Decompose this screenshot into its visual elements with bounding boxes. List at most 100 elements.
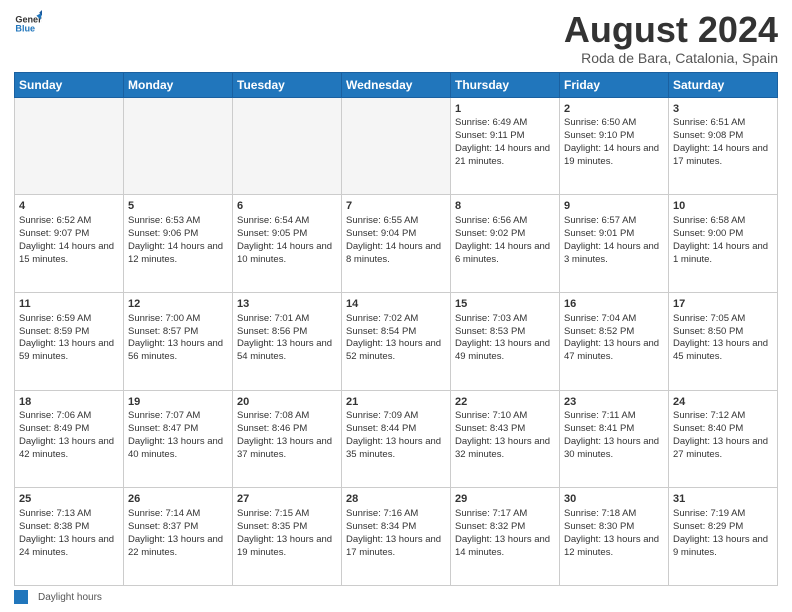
day-number: 17 — [673, 297, 773, 312]
calendar-day: 18Sunrise: 7:06 AM Sunset: 8:49 PM Dayli… — [15, 390, 124, 488]
calendar-header-wednesday: Wednesday — [342, 72, 451, 97]
calendar-day: 8Sunrise: 6:56 AM Sunset: 9:02 PM Daylig… — [451, 195, 560, 293]
calendar-header-friday: Friday — [560, 72, 669, 97]
calendar-day: 26Sunrise: 7:14 AM Sunset: 8:37 PM Dayli… — [124, 488, 233, 586]
calendar-day: 24Sunrise: 7:12 AM Sunset: 8:40 PM Dayli… — [669, 390, 778, 488]
calendar-day: 10Sunrise: 6:58 AM Sunset: 9:00 PM Dayli… — [669, 195, 778, 293]
day-number: 18 — [19, 395, 119, 410]
calendar-header-monday: Monday — [124, 72, 233, 97]
day-info: Sunrise: 7:05 AM Sunset: 8:50 PM Dayligh… — [673, 313, 768, 362]
day-info: Sunrise: 7:07 AM Sunset: 8:47 PM Dayligh… — [128, 410, 223, 459]
calendar-header-tuesday: Tuesday — [233, 72, 342, 97]
day-number: 28 — [346, 492, 446, 507]
calendar-week-3: 11Sunrise: 6:59 AM Sunset: 8:59 PM Dayli… — [15, 292, 778, 390]
day-number: 30 — [564, 492, 664, 507]
calendar-day — [15, 97, 124, 195]
day-info: Sunrise: 7:12 AM Sunset: 8:40 PM Dayligh… — [673, 410, 768, 459]
calendar-day: 27Sunrise: 7:15 AM Sunset: 8:35 PM Dayli… — [233, 488, 342, 586]
day-info: Sunrise: 7:16 AM Sunset: 8:34 PM Dayligh… — [346, 508, 441, 557]
day-info: Sunrise: 6:49 AM Sunset: 9:11 PM Dayligh… — [455, 117, 550, 166]
calendar-day: 15Sunrise: 7:03 AM Sunset: 8:53 PM Dayli… — [451, 292, 560, 390]
day-number: 14 — [346, 297, 446, 312]
calendar-day: 12Sunrise: 7:00 AM Sunset: 8:57 PM Dayli… — [124, 292, 233, 390]
day-info: Sunrise: 6:55 AM Sunset: 9:04 PM Dayligh… — [346, 215, 441, 264]
day-number: 16 — [564, 297, 664, 312]
day-number: 2 — [564, 102, 664, 117]
calendar-day: 20Sunrise: 7:08 AM Sunset: 8:46 PM Dayli… — [233, 390, 342, 488]
day-info: Sunrise: 7:14 AM Sunset: 8:37 PM Dayligh… — [128, 508, 223, 557]
calendar-day: 22Sunrise: 7:10 AM Sunset: 8:43 PM Dayli… — [451, 390, 560, 488]
day-info: Sunrise: 6:58 AM Sunset: 9:00 PM Dayligh… — [673, 215, 768, 264]
day-number: 27 — [237, 492, 337, 507]
day-number: 26 — [128, 492, 228, 507]
calendar-day: 5Sunrise: 6:53 AM Sunset: 9:06 PM Daylig… — [124, 195, 233, 293]
calendar-day: 6Sunrise: 6:54 AM Sunset: 9:05 PM Daylig… — [233, 195, 342, 293]
day-info: Sunrise: 7:11 AM Sunset: 8:41 PM Dayligh… — [564, 410, 659, 459]
calendar-day: 7Sunrise: 6:55 AM Sunset: 9:04 PM Daylig… — [342, 195, 451, 293]
calendar-day — [233, 97, 342, 195]
day-number: 10 — [673, 199, 773, 214]
main-title: August 2024 — [564, 10, 778, 50]
calendar-day: 28Sunrise: 7:16 AM Sunset: 8:34 PM Dayli… — [342, 488, 451, 586]
calendar-header-thursday: Thursday — [451, 72, 560, 97]
calendar-day: 13Sunrise: 7:01 AM Sunset: 8:56 PM Dayli… — [233, 292, 342, 390]
day-number: 22 — [455, 395, 555, 410]
day-info: Sunrise: 7:13 AM Sunset: 8:38 PM Dayligh… — [19, 508, 114, 557]
day-number: 31 — [673, 492, 773, 507]
calendar-day: 21Sunrise: 7:09 AM Sunset: 8:44 PM Dayli… — [342, 390, 451, 488]
day-info: Sunrise: 6:56 AM Sunset: 9:02 PM Dayligh… — [455, 215, 550, 264]
day-number: 21 — [346, 395, 446, 410]
day-number: 7 — [346, 199, 446, 214]
day-info: Sunrise: 7:19 AM Sunset: 8:29 PM Dayligh… — [673, 508, 768, 557]
logo-icon: General Blue — [14, 10, 42, 38]
legend-box — [14, 590, 28, 604]
calendar-header-saturday: Saturday — [669, 72, 778, 97]
day-info: Sunrise: 7:00 AM Sunset: 8:57 PM Dayligh… — [128, 313, 223, 362]
day-number: 15 — [455, 297, 555, 312]
calendar-day — [124, 97, 233, 195]
calendar-week-4: 18Sunrise: 7:06 AM Sunset: 8:49 PM Dayli… — [15, 390, 778, 488]
day-info: Sunrise: 6:54 AM Sunset: 9:05 PM Dayligh… — [237, 215, 332, 264]
day-info: Sunrise: 7:18 AM Sunset: 8:30 PM Dayligh… — [564, 508, 659, 557]
svg-text:Blue: Blue — [15, 24, 35, 34]
day-info: Sunrise: 6:57 AM Sunset: 9:01 PM Dayligh… — [564, 215, 659, 264]
day-number: 29 — [455, 492, 555, 507]
day-info: Sunrise: 6:51 AM Sunset: 9:08 PM Dayligh… — [673, 117, 768, 166]
calendar-day: 23Sunrise: 7:11 AM Sunset: 8:41 PM Dayli… — [560, 390, 669, 488]
day-number: 4 — [19, 199, 119, 214]
calendar-day: 16Sunrise: 7:04 AM Sunset: 8:52 PM Dayli… — [560, 292, 669, 390]
day-number: 24 — [673, 395, 773, 410]
calendar-day: 31Sunrise: 7:19 AM Sunset: 8:29 PM Dayli… — [669, 488, 778, 586]
day-info: Sunrise: 7:17 AM Sunset: 8:32 PM Dayligh… — [455, 508, 550, 557]
calendar-week-1: 1Sunrise: 6:49 AM Sunset: 9:11 PM Daylig… — [15, 97, 778, 195]
day-info: Sunrise: 7:09 AM Sunset: 8:44 PM Dayligh… — [346, 410, 441, 459]
calendar-day: 11Sunrise: 6:59 AM Sunset: 8:59 PM Dayli… — [15, 292, 124, 390]
day-info: Sunrise: 6:52 AM Sunset: 9:07 PM Dayligh… — [19, 215, 114, 264]
calendar-day: 19Sunrise: 7:07 AM Sunset: 8:47 PM Dayli… — [124, 390, 233, 488]
day-number: 1 — [455, 102, 555, 117]
sub-title: Roda de Bara, Catalonia, Spain — [564, 50, 778, 66]
calendar-day: 25Sunrise: 7:13 AM Sunset: 8:38 PM Dayli… — [15, 488, 124, 586]
calendar-day: 30Sunrise: 7:18 AM Sunset: 8:30 PM Dayli… — [560, 488, 669, 586]
day-number: 5 — [128, 199, 228, 214]
footer: Daylight hours — [14, 590, 778, 604]
day-info: Sunrise: 7:03 AM Sunset: 8:53 PM Dayligh… — [455, 313, 550, 362]
calendar-week-2: 4Sunrise: 6:52 AM Sunset: 9:07 PM Daylig… — [15, 195, 778, 293]
day-number: 9 — [564, 199, 664, 214]
calendar-day: 3Sunrise: 6:51 AM Sunset: 9:08 PM Daylig… — [669, 97, 778, 195]
calendar-day: 4Sunrise: 6:52 AM Sunset: 9:07 PM Daylig… — [15, 195, 124, 293]
day-info: Sunrise: 7:01 AM Sunset: 8:56 PM Dayligh… — [237, 313, 332, 362]
day-info: Sunrise: 7:02 AM Sunset: 8:54 PM Dayligh… — [346, 313, 441, 362]
calendar-day: 14Sunrise: 7:02 AM Sunset: 8:54 PM Dayli… — [342, 292, 451, 390]
calendar-day: 17Sunrise: 7:05 AM Sunset: 8:50 PM Dayli… — [669, 292, 778, 390]
day-info: Sunrise: 7:08 AM Sunset: 8:46 PM Dayligh… — [237, 410, 332, 459]
day-number: 23 — [564, 395, 664, 410]
day-info: Sunrise: 6:59 AM Sunset: 8:59 PM Dayligh… — [19, 313, 114, 362]
day-number: 12 — [128, 297, 228, 312]
day-info: Sunrise: 7:04 AM Sunset: 8:52 PM Dayligh… — [564, 313, 659, 362]
page: General Blue August 2024 Roda de Bara, C… — [0, 0, 792, 612]
calendar-week-5: 25Sunrise: 7:13 AM Sunset: 8:38 PM Dayli… — [15, 488, 778, 586]
day-number: 8 — [455, 199, 555, 214]
day-number: 19 — [128, 395, 228, 410]
logo: General Blue — [14, 10, 42, 38]
